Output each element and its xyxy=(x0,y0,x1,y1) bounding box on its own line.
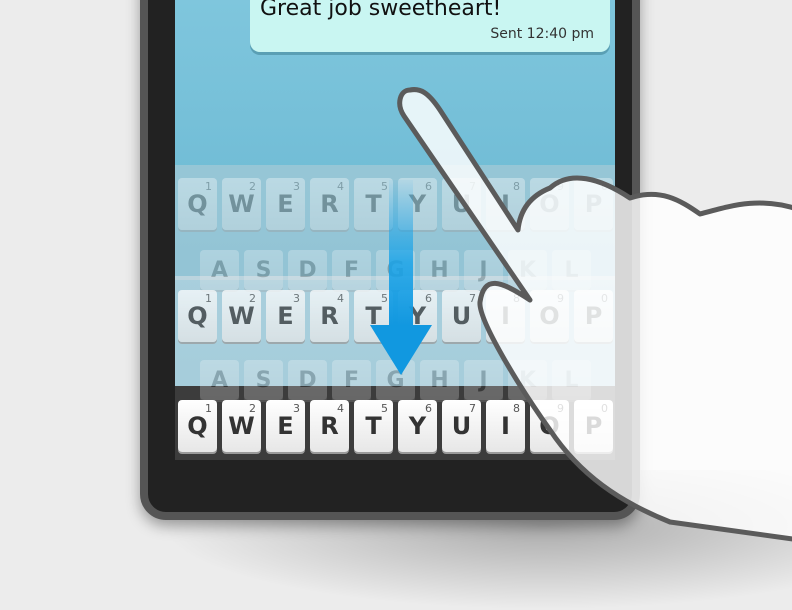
key-s-ghost2: S xyxy=(244,360,283,400)
message-text: Great job sweetheart! xyxy=(260,0,502,21)
hand-pointer-icon xyxy=(397,87,792,542)
key-a-ghost: A xyxy=(200,250,239,290)
key-a-ghost2: A xyxy=(200,360,239,400)
key-q[interactable]: Q1 xyxy=(178,400,217,452)
key-f-ghost2: F xyxy=(332,360,371,400)
key-s-ghost: S xyxy=(244,250,283,290)
key-w-ghost2: W2 xyxy=(222,290,261,342)
key-d-ghost: D xyxy=(288,250,327,290)
key-r-ghost: R4 xyxy=(310,178,349,230)
key-r-ghost2: R4 xyxy=(310,290,349,342)
key-q-ghost2: Q1 xyxy=(178,290,217,342)
key-e[interactable]: E3 xyxy=(266,400,305,452)
key-r[interactable]: R4 xyxy=(310,400,349,452)
key-w-ghost: W2 xyxy=(222,178,261,230)
key-f-ghost: F xyxy=(332,250,371,290)
key-w[interactable]: W2 xyxy=(222,400,261,452)
message-bubble: Great job sweetheart! Sent 12:40 pm xyxy=(250,0,610,52)
key-q-ghost: Q1 xyxy=(178,178,217,230)
key-e-ghost2: E3 xyxy=(266,290,305,342)
message-timestamp: Sent 12:40 pm xyxy=(490,26,594,42)
key-e-ghost: E3 xyxy=(266,178,305,230)
key-d-ghost2: D xyxy=(288,360,327,400)
